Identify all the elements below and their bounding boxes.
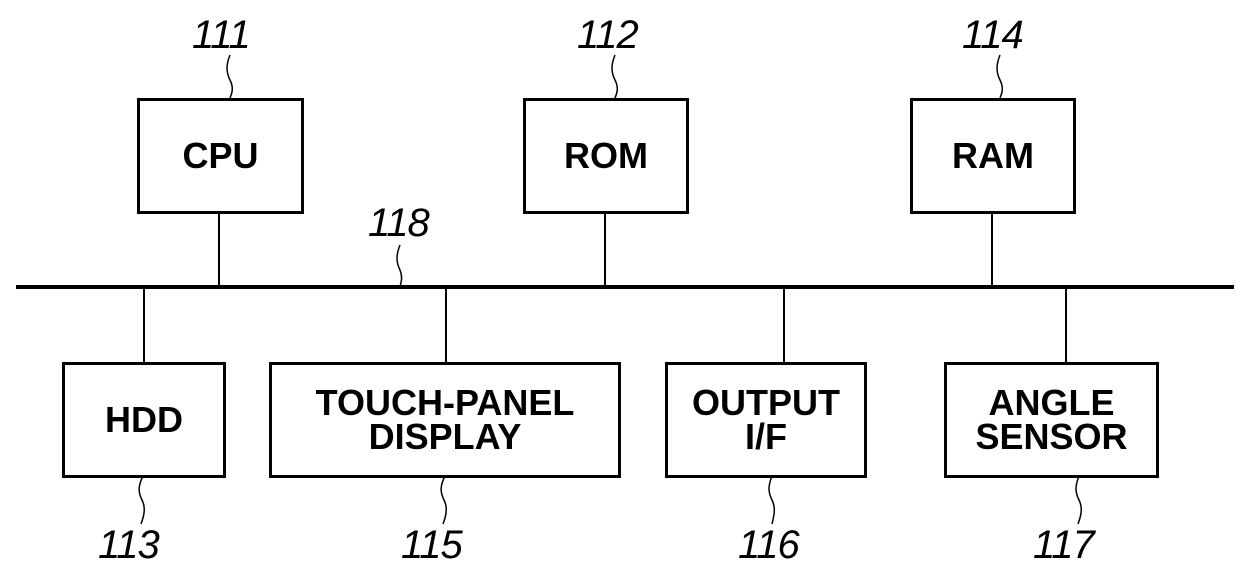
leader-117 [1075, 475, 1082, 525]
block-label: TOUCH-PANEL DISPLAY [315, 382, 575, 457]
block-label: CPU [182, 135, 259, 176]
block-touch-panel-display: TOUCH-PANEL DISPLAY [269, 362, 621, 478]
leader-116 [768, 475, 776, 525]
block-angle-sensor: ANGLE SENSOR [944, 362, 1159, 478]
leader-113 [138, 475, 145, 525]
block-label: HDD [105, 399, 183, 440]
block-cpu: CPU [137, 98, 304, 214]
block-label: ROM [564, 135, 648, 176]
ref-115: 115 [401, 523, 463, 567]
ref-114: 114 [962, 13, 1024, 57]
block-hdd: HDD [62, 362, 226, 478]
leader-114 [996, 54, 1004, 99]
ref-113: 113 [98, 523, 160, 567]
block-rom: ROM [523, 98, 689, 214]
leader-112 [611, 54, 619, 99]
block-label: RAM [952, 135, 1034, 176]
ref-111: 111 [192, 13, 251, 57]
leader-118 [396, 244, 403, 288]
leader-111 [226, 54, 234, 99]
ref-112: 112 [577, 13, 639, 57]
leader-115 [440, 475, 447, 525]
block-label: ANGLE SENSOR [975, 382, 1128, 457]
ref-117: 117 [1033, 523, 1095, 567]
block-label: OUTPUT I/F [692, 382, 840, 457]
block-output-if: OUTPUT I/F [665, 362, 867, 478]
ref-116: 116 [738, 523, 800, 567]
diagram-canvas [16, 54, 1234, 525]
ref-118: 118 [368, 201, 430, 245]
block-ram: RAM [910, 98, 1076, 214]
